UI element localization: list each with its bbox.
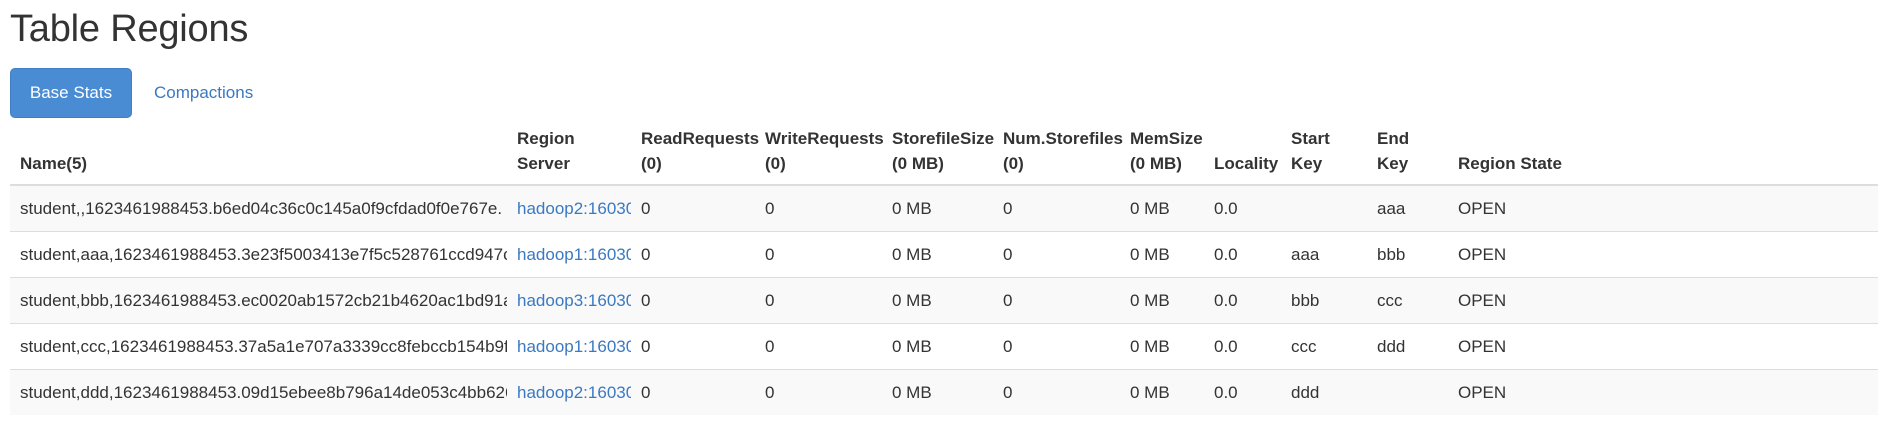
col-header-num-storefiles[interactable]: Num.Storefiles (0) — [993, 126, 1123, 186]
start-key: ccc — [1281, 323, 1367, 370]
locality: 0.0 — [1204, 231, 1281, 278]
header-label: WriteRequests — [765, 129, 884, 148]
region-name: student,bbb,1623461988453.ec0020ab1572cb… — [10, 277, 507, 324]
start-key: aaa — [1281, 231, 1367, 278]
num-storefiles: 0 — [993, 277, 1120, 324]
start-key — [1281, 184, 1367, 232]
col-header-locality[interactable]: Locality — [1204, 126, 1281, 186]
storefile-size: 0 MB — [882, 184, 993, 232]
num-storefiles: 0 — [993, 231, 1120, 278]
header-label: StorefileSize — [892, 129, 995, 148]
end-key: aaa — [1367, 184, 1448, 232]
table-row: student,aaa,1623461988453.3e23f5003413e7… — [10, 231, 1878, 278]
write-requests: 0 — [755, 231, 882, 278]
region-server-link[interactable]: hadoop3:16030 — [517, 291, 631, 310]
region-state: OPEN — [1448, 323, 1878, 370]
end-key: ddd — [1367, 323, 1448, 370]
num-storefiles: 0 — [993, 323, 1120, 370]
num-storefiles: 0 — [993, 369, 1120, 415]
tab-bar: Base Stats Compactions — [10, 68, 1878, 118]
storefile-size: 0 MB — [882, 231, 993, 278]
region-server-cell: hadoop3:16030 — [507, 277, 631, 324]
region-server-cell: hadoop1:16030 — [507, 231, 631, 278]
col-header-read-requests[interactable]: ReadRequests (0) — [631, 126, 759, 186]
read-requests: 0 — [631, 369, 755, 415]
col-header-name[interactable]: Name(5) — [10, 126, 507, 186]
region-state: OPEN — [1448, 231, 1878, 278]
header-label: Num.Storefiles — [1003, 129, 1123, 148]
storefile-size: 0 MB — [882, 323, 993, 370]
header-total: (0) — [765, 154, 786, 173]
table-regions-page: Table Regions Base Stats Compactions Nam… — [10, 0, 1878, 415]
region-server-cell: hadoop2:16030 — [507, 184, 631, 232]
region-server-link[interactable]: hadoop2:16030 — [517, 199, 631, 218]
region-server-link[interactable]: hadoop2:16030 — [517, 383, 631, 402]
storefile-size: 0 MB — [882, 277, 993, 324]
locality: 0.0 — [1204, 277, 1281, 324]
table-row: student,bbb,1623461988453.ec0020ab1572cb… — [10, 277, 1878, 324]
col-header-storefile-size[interactable]: StorefileSize (0 MB) — [882, 126, 995, 186]
memsize: 0 MB — [1120, 369, 1204, 415]
memsize: 0 MB — [1120, 231, 1204, 278]
table-header-row: Name(5) Region Server ReadRequests (0) Wr… — [10, 126, 1878, 186]
col-header-end-key[interactable]: End Key — [1367, 126, 1448, 186]
region-name: student,,1623461988453.b6ed04c36c0c145a0… — [10, 184, 507, 232]
memsize: 0 MB — [1120, 184, 1204, 232]
region-state: OPEN — [1448, 369, 1878, 415]
locality: 0.0 — [1204, 369, 1281, 415]
write-requests: 0 — [755, 277, 882, 324]
table-row: student,ccc,1623461988453.37a5a1e707a333… — [10, 323, 1878, 370]
num-storefiles: 0 — [993, 184, 1120, 232]
header-label: MemSize — [1130, 129, 1203, 148]
regions-table: Name(5) Region Server ReadRequests (0) Wr… — [10, 126, 1878, 415]
col-header-write-requests[interactable]: WriteRequests (0) — [755, 126, 884, 186]
read-requests: 0 — [631, 231, 755, 278]
header-total: (0) — [641, 154, 662, 173]
end-key — [1367, 369, 1448, 415]
write-requests: 0 — [755, 323, 882, 370]
region-name: student,ddd,1623461988453.09d15ebee8b796… — [10, 369, 507, 415]
table-row: student,,1623461988453.b6ed04c36c0c145a0… — [10, 184, 1878, 232]
start-key: bbb — [1281, 277, 1367, 324]
end-key: bbb — [1367, 231, 1448, 278]
table-row: student,ddd,1623461988453.09d15ebee8b796… — [10, 369, 1878, 415]
read-requests: 0 — [631, 184, 755, 232]
region-server-cell: hadoop2:16030 — [507, 369, 631, 415]
col-header-start-key[interactable]: Start Key — [1281, 126, 1367, 186]
region-state: OPEN — [1448, 184, 1878, 232]
end-key: ccc — [1367, 277, 1448, 324]
write-requests: 0 — [755, 184, 882, 232]
memsize: 0 MB — [1120, 323, 1204, 370]
header-total: (0 MB) — [892, 154, 944, 173]
col-header-memsize[interactable]: MemSize (0 MB) — [1120, 126, 1204, 186]
region-server-cell: hadoop1:16030 — [507, 323, 631, 370]
memsize: 0 MB — [1120, 277, 1204, 324]
region-server-link[interactable]: hadoop1:16030 — [517, 337, 631, 356]
col-header-region-state[interactable]: Region State — [1448, 126, 1878, 186]
col-header-region-server[interactable]: Region Server — [507, 126, 631, 186]
tab-base-stats[interactable]: Base Stats — [10, 68, 132, 118]
locality: 0.0 — [1204, 323, 1281, 370]
tab-compactions[interactable]: Compactions — [135, 68, 272, 118]
region-name: student,aaa,1623461988453.3e23f5003413e7… — [10, 231, 507, 278]
start-key: ddd — [1281, 369, 1367, 415]
region-state: OPEN — [1448, 277, 1878, 324]
locality: 0.0 — [1204, 184, 1281, 232]
storefile-size: 0 MB — [882, 369, 993, 415]
region-name: student,ccc,1623461988453.37a5a1e707a333… — [10, 323, 507, 370]
page-title: Table Regions — [10, 8, 249, 50]
header-total: (0) — [1003, 154, 1024, 173]
header-total: (0 MB) — [1130, 154, 1182, 173]
region-server-link[interactable]: hadoop1:16030 — [517, 245, 631, 264]
write-requests: 0 — [755, 369, 882, 415]
header-label: ReadRequests — [641, 129, 760, 148]
read-requests: 0 — [631, 277, 755, 324]
read-requests: 0 — [631, 323, 755, 370]
